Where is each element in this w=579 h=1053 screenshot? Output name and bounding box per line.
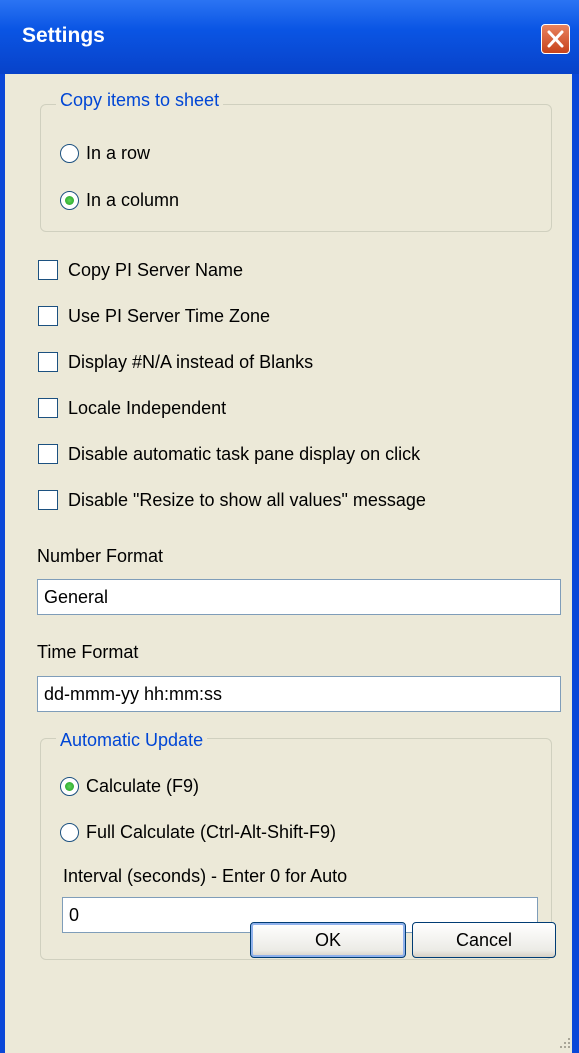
- radio-in-a-row[interactable]: In a row: [60, 141, 150, 165]
- copy-items-legend: Copy items to sheet: [56, 90, 224, 111]
- checkbox-copy-pi-server-name[interactable]: Copy PI Server Name: [38, 258, 243, 282]
- radio-button[interactable]: [60, 190, 79, 210]
- radio-full-calculate[interactable]: Full Calculate (Ctrl-Alt-Shift-F9): [60, 820, 336, 844]
- radio-in-a-column[interactable]: In a column: [60, 188, 179, 212]
- radio-label: Calculate (F9): [86, 775, 200, 796]
- time-format-input[interactable]: dd-mmm-yy hh:mm:ss: [37, 676, 561, 712]
- checkbox-label: Copy PI Server Name: [68, 259, 244, 280]
- checkbox-label: Disable "Resize to show all values" mess…: [68, 489, 426, 510]
- interval-label: Interval (seconds) - Enter 0 for Auto: [63, 866, 348, 886]
- checkbox-locale-independent[interactable]: Locale Independent: [38, 396, 226, 420]
- automatic-update-legend: Automatic Update: [56, 730, 208, 751]
- window-title: Settings: [22, 24, 105, 47]
- dialog-body: Copy items to sheet In a row In a column…: [5, 74, 572, 1053]
- checkbox[interactable]: [38, 260, 58, 280]
- cancel-button[interactable]: Cancel: [412, 922, 556, 958]
- close-icon: [547, 30, 564, 48]
- checkbox-label: Use PI Server Time Zone: [68, 305, 271, 326]
- copy-items-group: [40, 104, 552, 232]
- checkbox[interactable]: [38, 306, 58, 326]
- radio-button[interactable]: [60, 776, 79, 796]
- checkbox[interactable]: [38, 490, 58, 510]
- checkbox-label: Display #N/A instead of Blanks: [68, 351, 314, 372]
- number-format-input[interactable]: General: [37, 579, 561, 615]
- number-format-label: Number Format: [37, 546, 164, 566]
- checkbox[interactable]: [38, 444, 58, 464]
- checkbox[interactable]: [38, 352, 58, 372]
- checkbox-label: Locale Independent: [68, 397, 227, 418]
- radio-button[interactable]: [60, 822, 79, 842]
- checkbox[interactable]: [38, 398, 58, 418]
- radio-calculate[interactable]: Calculate (F9): [60, 774, 199, 798]
- radio-button[interactable]: [60, 143, 79, 163]
- time-format-label: Time Format: [37, 642, 139, 662]
- checkbox-label: Disable automatic task pane display on c…: [68, 443, 421, 464]
- ok-button[interactable]: OK: [250, 922, 406, 958]
- checkbox-disable-resize-message[interactable]: Disable "Resize to show all values" mess…: [38, 488, 426, 512]
- radio-label: In a row: [86, 142, 151, 163]
- title-bar[interactable]: Settings: [0, 0, 579, 74]
- checkbox-display-na[interactable]: Display #N/A instead of Blanks: [38, 350, 313, 374]
- checkbox-disable-task-pane[interactable]: Disable automatic task pane display on c…: [38, 442, 420, 466]
- radio-label: In a column: [86, 189, 180, 210]
- checkbox-use-pi-server-time-zone[interactable]: Use PI Server Time Zone: [38, 304, 270, 328]
- close-button[interactable]: [541, 24, 570, 54]
- resize-grip-icon[interactable]: [558, 1036, 572, 1050]
- radio-label: Full Calculate (Ctrl-Alt-Shift-F9): [86, 821, 337, 842]
- settings-dialog: Settings Copy items to sheet In a row In…: [0, 0, 579, 1053]
